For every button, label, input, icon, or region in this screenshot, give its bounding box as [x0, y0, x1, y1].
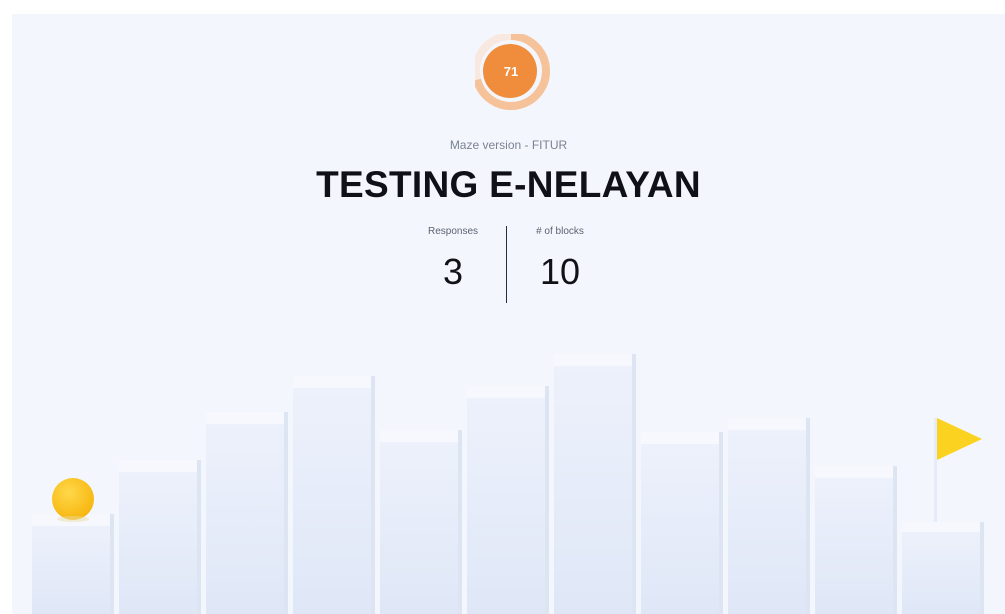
- block-5: [380, 430, 462, 614]
- block-6: [467, 386, 549, 614]
- block-11: [902, 522, 984, 614]
- block-2: [119, 460, 201, 614]
- circle-ball-icon: [52, 478, 94, 520]
- triangle-flag-icon: [934, 418, 982, 522]
- block-1: [32, 514, 114, 614]
- block-3: [206, 412, 288, 614]
- block-4: [293, 376, 375, 614]
- block-7: [554, 354, 636, 614]
- block-10: [815, 466, 897, 614]
- maze-report-page: 71 Maze version - FITUR TESTING E-NELAYA…: [12, 14, 1005, 614]
- block-8: [641, 432, 723, 614]
- maze-blocks-illustration: [32, 354, 984, 614]
- block-9: [728, 418, 810, 614]
